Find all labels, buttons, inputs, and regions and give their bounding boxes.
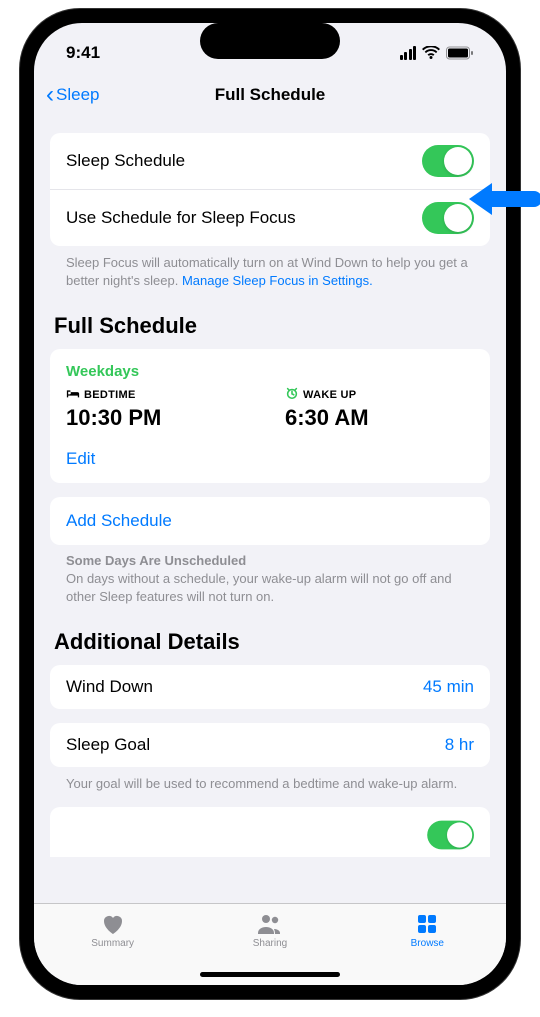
sleep-schedule-label: Sleep Schedule: [66, 151, 185, 171]
bedtime-label-row: BEDTIME: [66, 386, 255, 403]
use-focus-row: Use Schedule for Sleep Focus: [50, 190, 490, 246]
tab-sharing-label: Sharing: [253, 938, 287, 949]
unscheduled-title: Some Days Are Unscheduled: [50, 545, 490, 568]
tab-summary-label: Summary: [91, 938, 134, 949]
goal-footer: Your goal will be used to recommend a be…: [50, 767, 490, 793]
wakeup-value: 6:30 AM: [285, 405, 474, 431]
bed-icon: [66, 386, 80, 403]
heart-icon: [99, 912, 127, 936]
use-focus-label: Use Schedule for Sleep Focus: [66, 208, 296, 228]
schedule-card: Weekdays BEDTIME 10:30 PM: [50, 349, 490, 483]
back-label: Sleep: [56, 85, 99, 105]
sleep-goal-label: Sleep Goal: [66, 735, 150, 755]
add-schedule-label: Add Schedule: [66, 511, 172, 530]
wind-down-label: Wind Down: [66, 677, 153, 697]
tab-browse-label: Browse: [411, 938, 444, 949]
full-schedule-header: Full Schedule: [50, 313, 490, 339]
manage-focus-link[interactable]: Manage Sleep Focus in Settings.: [182, 273, 373, 288]
wakeup-block: WAKE UP 6:30 AM: [285, 386, 474, 431]
partial-card: [50, 807, 490, 857]
tab-summary[interactable]: Summary: [34, 912, 191, 985]
bedtime-label: BEDTIME: [84, 389, 136, 401]
battery-icon: [446, 46, 474, 60]
add-schedule-card[interactable]: Add Schedule: [50, 497, 490, 545]
chevron-left-icon: ‹: [46, 81, 54, 109]
home-indicator[interactable]: [200, 972, 340, 977]
partial-toggle[interactable]: [427, 820, 474, 849]
wind-down-value: 45 min: [423, 677, 474, 697]
schedule-days-label: Weekdays: [66, 363, 474, 380]
sleep-schedule-row: Sleep Schedule: [50, 133, 490, 190]
page-title: Full Schedule: [215, 85, 326, 105]
edit-schedule-link[interactable]: Edit: [66, 449, 474, 469]
bedtime-value: 10:30 PM: [66, 405, 255, 431]
tab-browse[interactable]: Browse: [349, 912, 506, 985]
nav-bar: ‹ Sleep Full Schedule: [34, 73, 506, 117]
bedtime-block: BEDTIME 10:30 PM: [66, 386, 255, 431]
back-button[interactable]: ‹ Sleep: [46, 81, 99, 109]
unscheduled-body: On days without a schedule, your wake-up…: [50, 568, 490, 605]
alarm-icon: [285, 386, 299, 403]
sleep-schedule-toggle[interactable]: [422, 145, 474, 177]
people-icon: [256, 912, 284, 936]
wakeup-label: WAKE UP: [303, 389, 356, 401]
wifi-icon: [422, 46, 440, 60]
focus-footer: Sleep Focus will automatically turn on a…: [50, 246, 490, 289]
cellular-icon: [400, 46, 417, 60]
grid-icon: [413, 912, 441, 936]
tab-bar: Summary Sharing Browse: [34, 903, 506, 985]
callout-arrow: [464, 177, 540, 226]
sleep-goal-value: 8 hr: [445, 735, 474, 755]
wind-down-row[interactable]: Wind Down 45 min: [50, 665, 490, 709]
wakeup-label-row: WAKE UP: [285, 386, 474, 403]
additional-details-header: Additional Details: [50, 629, 490, 655]
content[interactable]: Sleep Schedule Use Schedule for Sleep Fo…: [34, 117, 506, 903]
sleep-goal-row[interactable]: Sleep Goal 8 hr: [50, 723, 490, 767]
status-time: 9:41: [66, 43, 100, 63]
